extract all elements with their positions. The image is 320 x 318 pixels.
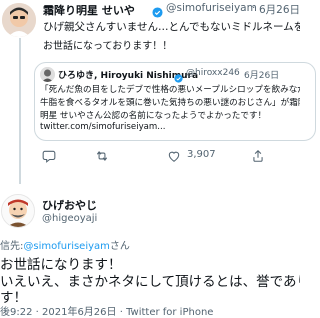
tweet1-dot: · (252, 2, 256, 14)
tweet2-meta[interactable]: 後9:22 · 2021年6月26日 · Twitter for iPhone (0, 303, 213, 318)
avatar-hiroyuki-image (40, 67, 55, 82)
quote-line-2: 牛脂を食べるタオルを頭に巻いた気持ちの悪い謎のおじさん」が霜降り (40, 98, 300, 108)
tweet1-handle[interactable]: @simofuriseiyam (166, 2, 257, 14)
thread-line (19, 38, 21, 184)
verified-badge-icon (174, 68, 183, 83)
tweet2-author-name[interactable]: ひげおやじ (42, 197, 97, 213)
tweet2-reply-context: 信先:@simofuriseiyamさん (0, 237, 130, 252)
reply-prefix: 信先: (0, 241, 24, 252)
avatar-higeoyaji-image (2, 195, 34, 227)
quote-link[interactable]: twitter.com/simofuriseiyam... (40, 122, 166, 132)
reply-icon[interactable] (42, 148, 56, 163)
tweet1-author-name[interactable]: 霜降り明星 せいや (43, 2, 135, 18)
tweet2-line-2: いえいえ、まさかネタにして頂けるとは、誉であります (0, 274, 300, 290)
quote-handle[interactable]: @hiroxx246 (186, 68, 240, 78)
reply-to-handle[interactable]: @simofuriseiyam (23, 241, 110, 252)
share-icon[interactable] (251, 148, 265, 162)
avatar-seiya-image (2, 3, 36, 37)
tweet1-text: ひげ親父さんすいません…とんでもないミドルネームを公認してしまいました… (43, 21, 300, 33)
verified-badge-icon (152, 3, 163, 18)
quote-line-1: 「死んだ魚の目をしたデブで性格の悪いメープルシロップを飲みながら (40, 85, 300, 95)
avatar-hiroyuki[interactable] (40, 67, 55, 82)
tweet2-handle[interactable]: @higeoyaji (42, 213, 97, 224)
tweet1-reply-line: お世話になっております！！ (43, 41, 173, 52)
quote-dot: · (237, 68, 240, 78)
retweet-icon[interactable] (95, 148, 109, 162)
like-count: 3,907 (187, 149, 216, 160)
avatar-seiya[interactable] (2, 3, 36, 37)
quote-line-3: 明星 せいやさん公認の名前になったようでよかったです！ (40, 111, 267, 121)
like-heart-icon[interactable] (167, 148, 181, 162)
tweet1-date[interactable]: 6月26日 (259, 2, 300, 17)
avatar-higeoyaji[interactable] (1, 194, 35, 228)
reply-suffix: さん (109, 241, 130, 252)
quote-date[interactable]: 6月26日 (244, 68, 279, 81)
